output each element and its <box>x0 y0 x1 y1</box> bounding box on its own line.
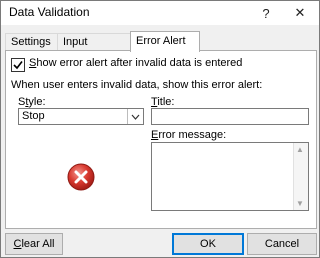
dialog-title: Data Validation <box>9 5 90 19</box>
close-button[interactable]: ✕ <box>287 1 313 25</box>
style-label: Style: <box>18 96 46 108</box>
stop-error-icon <box>67 163 95 191</box>
style-select[interactable]: Stop <box>18 108 144 125</box>
clear-all-label: Clear All <box>13 238 55 250</box>
tab-strip: Settings Input Message Error Alert <box>5 31 315 65</box>
error-message-textarea[interactable]: ▲ ▼ <box>151 142 309 211</box>
style-select-value: Stop <box>22 110 45 122</box>
message-scrollbar[interactable]: ▲ ▼ <box>293 143 308 210</box>
title-input[interactable] <box>151 108 309 125</box>
checkmark-icon <box>13 61 23 70</box>
ok-button[interactable]: OK <box>172 233 244 255</box>
error-message-label: Error message: <box>151 129 227 141</box>
help-button[interactable]: ? <box>253 1 279 25</box>
show-alert-checkbox[interactable] <box>11 58 25 72</box>
tab-settings[interactable]: Settings <box>5 33 59 51</box>
cancel-label: Cancel <box>264 238 300 250</box>
scroll-up-icon[interactable]: ▲ <box>296 145 304 154</box>
cancel-button[interactable]: Cancel <box>247 233 317 255</box>
clear-all-button[interactable]: Clear All <box>5 233 63 255</box>
data-validation-dialog: Data Validation ? ✕ Settings Input Messa… <box>0 0 320 258</box>
title-label: Title: <box>151 96 175 108</box>
title-bar: Data Validation ? ✕ <box>1 1 319 25</box>
section-caption: When user enters invalid data, show this… <box>11 79 263 91</box>
scroll-down-icon[interactable]: ▼ <box>296 199 304 208</box>
tab-error-alert[interactable]: Error Alert <box>130 31 200 52</box>
tab-input-message[interactable]: Input Message <box>57 33 136 65</box>
chevron-down-icon[interactable] <box>127 109 143 124</box>
show-alert-label: Show error alert after invalid data is e… <box>29 57 243 69</box>
ok-label: OK <box>200 238 216 250</box>
error-alert-panel: Show error alert after invalid data is e… <box>5 50 317 229</box>
